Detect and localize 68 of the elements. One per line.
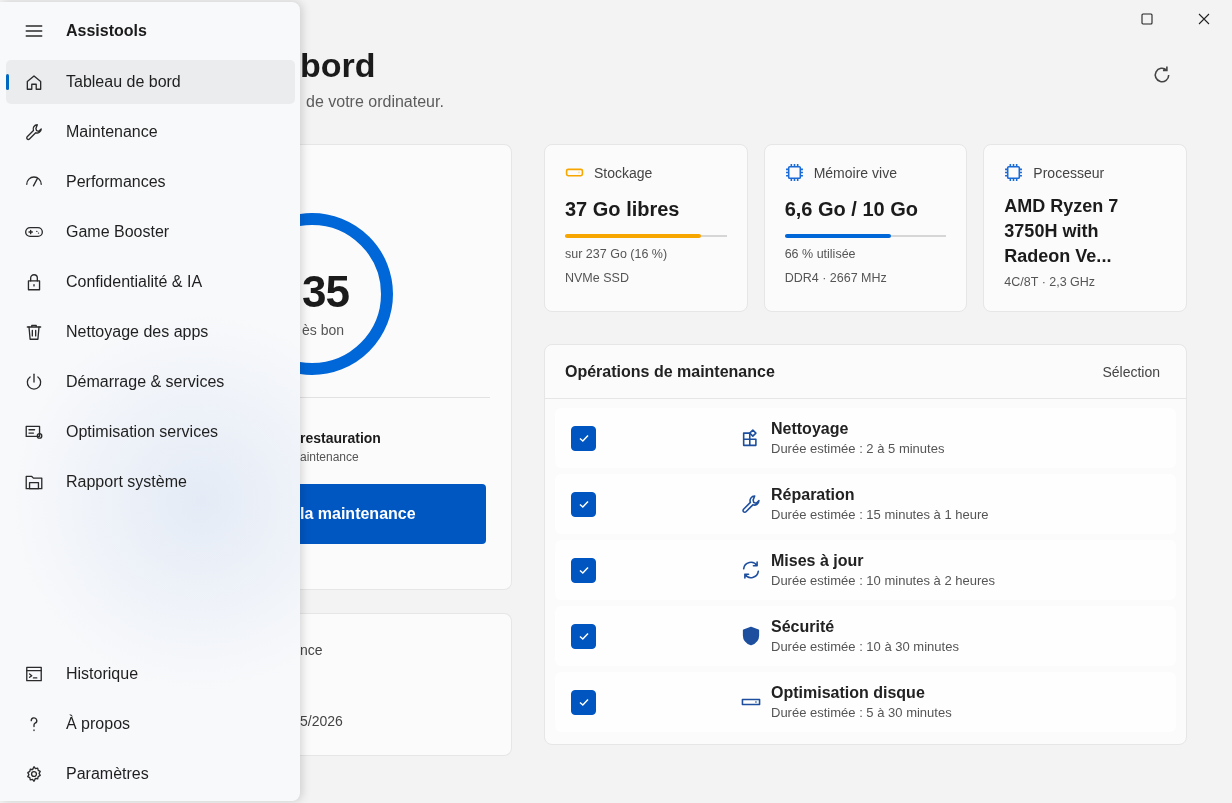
checkmark-icon	[577, 432, 590, 444]
checkbox[interactable]	[571, 623, 596, 649]
operation-title: Mises à jour	[771, 552, 865, 570]
nav-item[interactable]: Confidentialité & IA	[6, 260, 295, 304]
panel-title: Opérations de maintenance	[565, 362, 775, 381]
close-icon	[1197, 13, 1210, 25]
nav-item[interactable]: Nettoyage des apps	[6, 310, 295, 354]
stat-label: Stockage	[594, 164, 653, 181]
operation-title: Réparation	[771, 486, 856, 504]
chip-icon	[784, 163, 804, 182]
operation-duration: Durée estimée : 2 à 5 minutes	[771, 441, 945, 456]
checkbox[interactable]	[571, 425, 596, 451]
stat-detail: 4C/8T · 2,3 GHz	[1004, 275, 1097, 289]
operation-title: Sécurité	[771, 618, 836, 636]
wrench-icon	[24, 122, 44, 142]
nav-item[interactable]: Optimisation services	[6, 410, 295, 454]
nav-item[interactable]: À propos	[6, 702, 295, 746]
selection-link[interactable]: Sélection	[1102, 363, 1160, 380]
nav-item[interactable]: Maintenance	[6, 110, 295, 154]
stat-detail: NVMe SSD	[565, 271, 630, 285]
start-maintenance-button[interactable]: la maintenance	[300, 484, 486, 544]
operation-duration: Durée estimée : 15 minutes à 1 heure	[771, 507, 989, 522]
checkmark-icon	[577, 696, 590, 708]
nav-item[interactable]: Paramètres	[6, 752, 295, 796]
score-value: 35	[302, 267, 349, 317]
checkmark-icon	[577, 630, 590, 642]
nav-item[interactable]: Performances	[6, 160, 295, 204]
power-icon	[24, 372, 44, 392]
operation-duration: Durée estimée : 10 à 30 minutes	[771, 639, 959, 654]
operation-duration: Durée estimée : 5 à 30 minutes	[771, 705, 952, 720]
settings-icon	[24, 764, 44, 784]
stat-detail: 66 % utilisée	[784, 247, 857, 261]
card-label: nce	[300, 642, 324, 658]
terminal-icon	[24, 664, 44, 684]
refresh-icon	[740, 559, 762, 581]
stat-value: 6,6 Go / 10 Go	[784, 198, 920, 221]
checkbox[interactable]	[571, 689, 596, 715]
checkbox[interactable]	[571, 491, 596, 517]
shield-icon	[740, 625, 762, 647]
page-title: bord	[300, 45, 377, 85]
checkmark-icon	[577, 564, 590, 576]
nav-item[interactable]: Game Booster	[6, 210, 295, 254]
nav-item[interactable]: Historique	[6, 652, 295, 696]
nav-item[interactable]: Démarrage & services	[6, 360, 295, 404]
operation-duration: Durée estimée : 10 minutes à 2 heures	[771, 573, 995, 588]
checkbox[interactable]	[571, 557, 596, 583]
home-icon	[24, 72, 44, 92]
nav-item[interactable]: Rapport système	[6, 460, 295, 504]
trash-icon	[24, 322, 44, 342]
stat-detail: sur 237 Go (16 %)	[565, 247, 669, 261]
operation-title: Optimisation disque	[771, 684, 926, 702]
page-subtitle: de votre ordinateur.	[306, 93, 444, 111]
restore-title: restauration	[300, 430, 382, 446]
wrench-icon	[740, 493, 762, 515]
checkmark-icon	[577, 498, 590, 510]
app-title: Assistools	[66, 22, 147, 40]
nav-item[interactable]: Tableau de bord	[6, 60, 295, 104]
stat-value: 37 Go libres	[565, 198, 681, 221]
stat-label: Mémoire vive	[813, 164, 897, 181]
maximize-icon	[1140, 13, 1153, 25]
score-label: ès bon	[302, 322, 345, 338]
operation-title: Nettoyage	[771, 420, 850, 438]
stat-value: AMD Ryzen 7 3750H with Radeon Ve...	[1004, 195, 1120, 268]
restore-note: aintenance	[300, 450, 360, 464]
chip-icon	[1004, 163, 1024, 182]
stat-detail: DDR4 · 2667 MHz	[784, 271, 888, 285]
date-text: 5/2026	[300, 713, 344, 729]
stat-label: Processeur	[1033, 164, 1105, 181]
